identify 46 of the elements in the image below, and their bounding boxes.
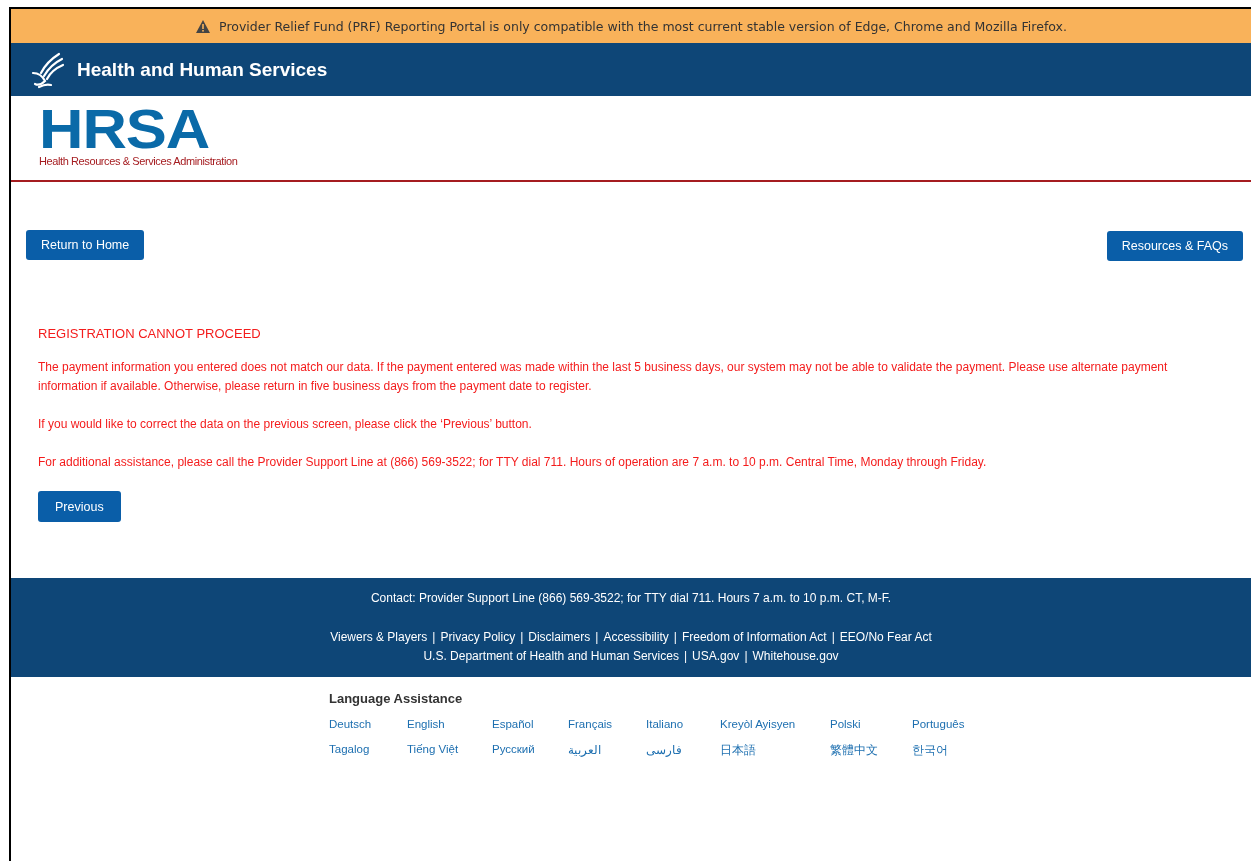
footer-link[interactable]: Freedom of Information Act [681,630,827,644]
error-message: If you would like to correct the data on the previous screen, please click the ‘Previous’ button. [38,416,533,433]
nav-button[interactable]: Return to Home [26,230,145,260]
separator: | [520,630,524,644]
separator: | [683,649,687,663]
footer-link[interactable]: Privacy Policy [440,630,516,644]
section-title: Language Assistance [329,691,464,706]
separator: | [432,630,436,644]
language-link[interactable]: Español [492,718,568,730]
footer-link[interactable]: USA.gov [692,649,740,663]
language-link[interactable]: فارسی [646,743,720,758]
footer-link[interactable]: Whitehouse.gov [752,649,839,663]
header-title: Health and Human Services [77,58,328,81]
hrsa-logo[interactable]: HRSA Health Resources & Services Administration [39,106,238,167]
separator: | [595,630,599,644]
contact-text: Contact: Provider Support Line (866) 569-3522; for TTY dial 711. Hours 7 a.m. to 10 p.m. CT, M-F. [370,591,892,605]
warning-icon [195,18,212,34]
language-link[interactable]: 한국어 [912,743,992,758]
language-link[interactable]: Français [568,718,646,730]
eagle-logo-icon [29,50,65,89]
previous-button[interactable]: Previous [38,491,121,522]
language-link[interactable]: Русский [492,743,568,758]
language-link[interactable]: Tiếng Việt [407,743,492,758]
separator: | [831,630,835,644]
footer-link[interactable]: U.S. Department of Health and Human Services [423,649,679,663]
language-link[interactable]: Polski [830,718,912,730]
separator: | [744,649,748,663]
language-link[interactable]: Tagalog [329,743,407,758]
language-link[interactable]: Português [912,718,992,730]
error-message: For additional assistance, please call the Provider Support Line at (866) 569-3522; for TTY dial 711. Hours of operation are 7 a.m. to 10 p.m. Central Time, Monday through Friday. [38,454,988,471]
language-link[interactable]: English [407,718,492,730]
error-message: The payment information you entered does not match our data. If the payment entered was made within the last 5 business days, our system may not be able to validate the payment. Please use alternate payment information if available. Otherwise, please return in five business days from the payment date to register. [38,359,1169,395]
separator: | [673,630,677,644]
footer-link[interactable]: Disclaimers [528,630,591,644]
footer-link[interactable]: Viewers & Players [330,630,428,644]
language-link[interactable]: العربية [568,743,646,758]
nav-button[interactable]: Resources & FAQs [1106,231,1243,261]
warning-text: Provider Relief Fund (PRF) Reporting Portal is only compatible with the most current stable version of Edge, Chrome and Mozilla Firefox. [219,18,1067,34]
footer-link[interactable]: Accessibility [603,630,669,644]
language-link[interactable]: Deutsch [329,718,407,730]
language-link[interactable]: Kreyòl Ayisyen [720,718,830,730]
language-link[interactable]: Italiano [646,718,720,730]
footer-link[interactable]: EEO/No Fear Act [839,630,932,644]
language-link[interactable]: 繁體中文 [830,743,912,758]
error-heading: REGISTRATION CANNOT PROCEED [38,326,262,341]
language-link[interactable]: 日本語 [720,743,830,758]
